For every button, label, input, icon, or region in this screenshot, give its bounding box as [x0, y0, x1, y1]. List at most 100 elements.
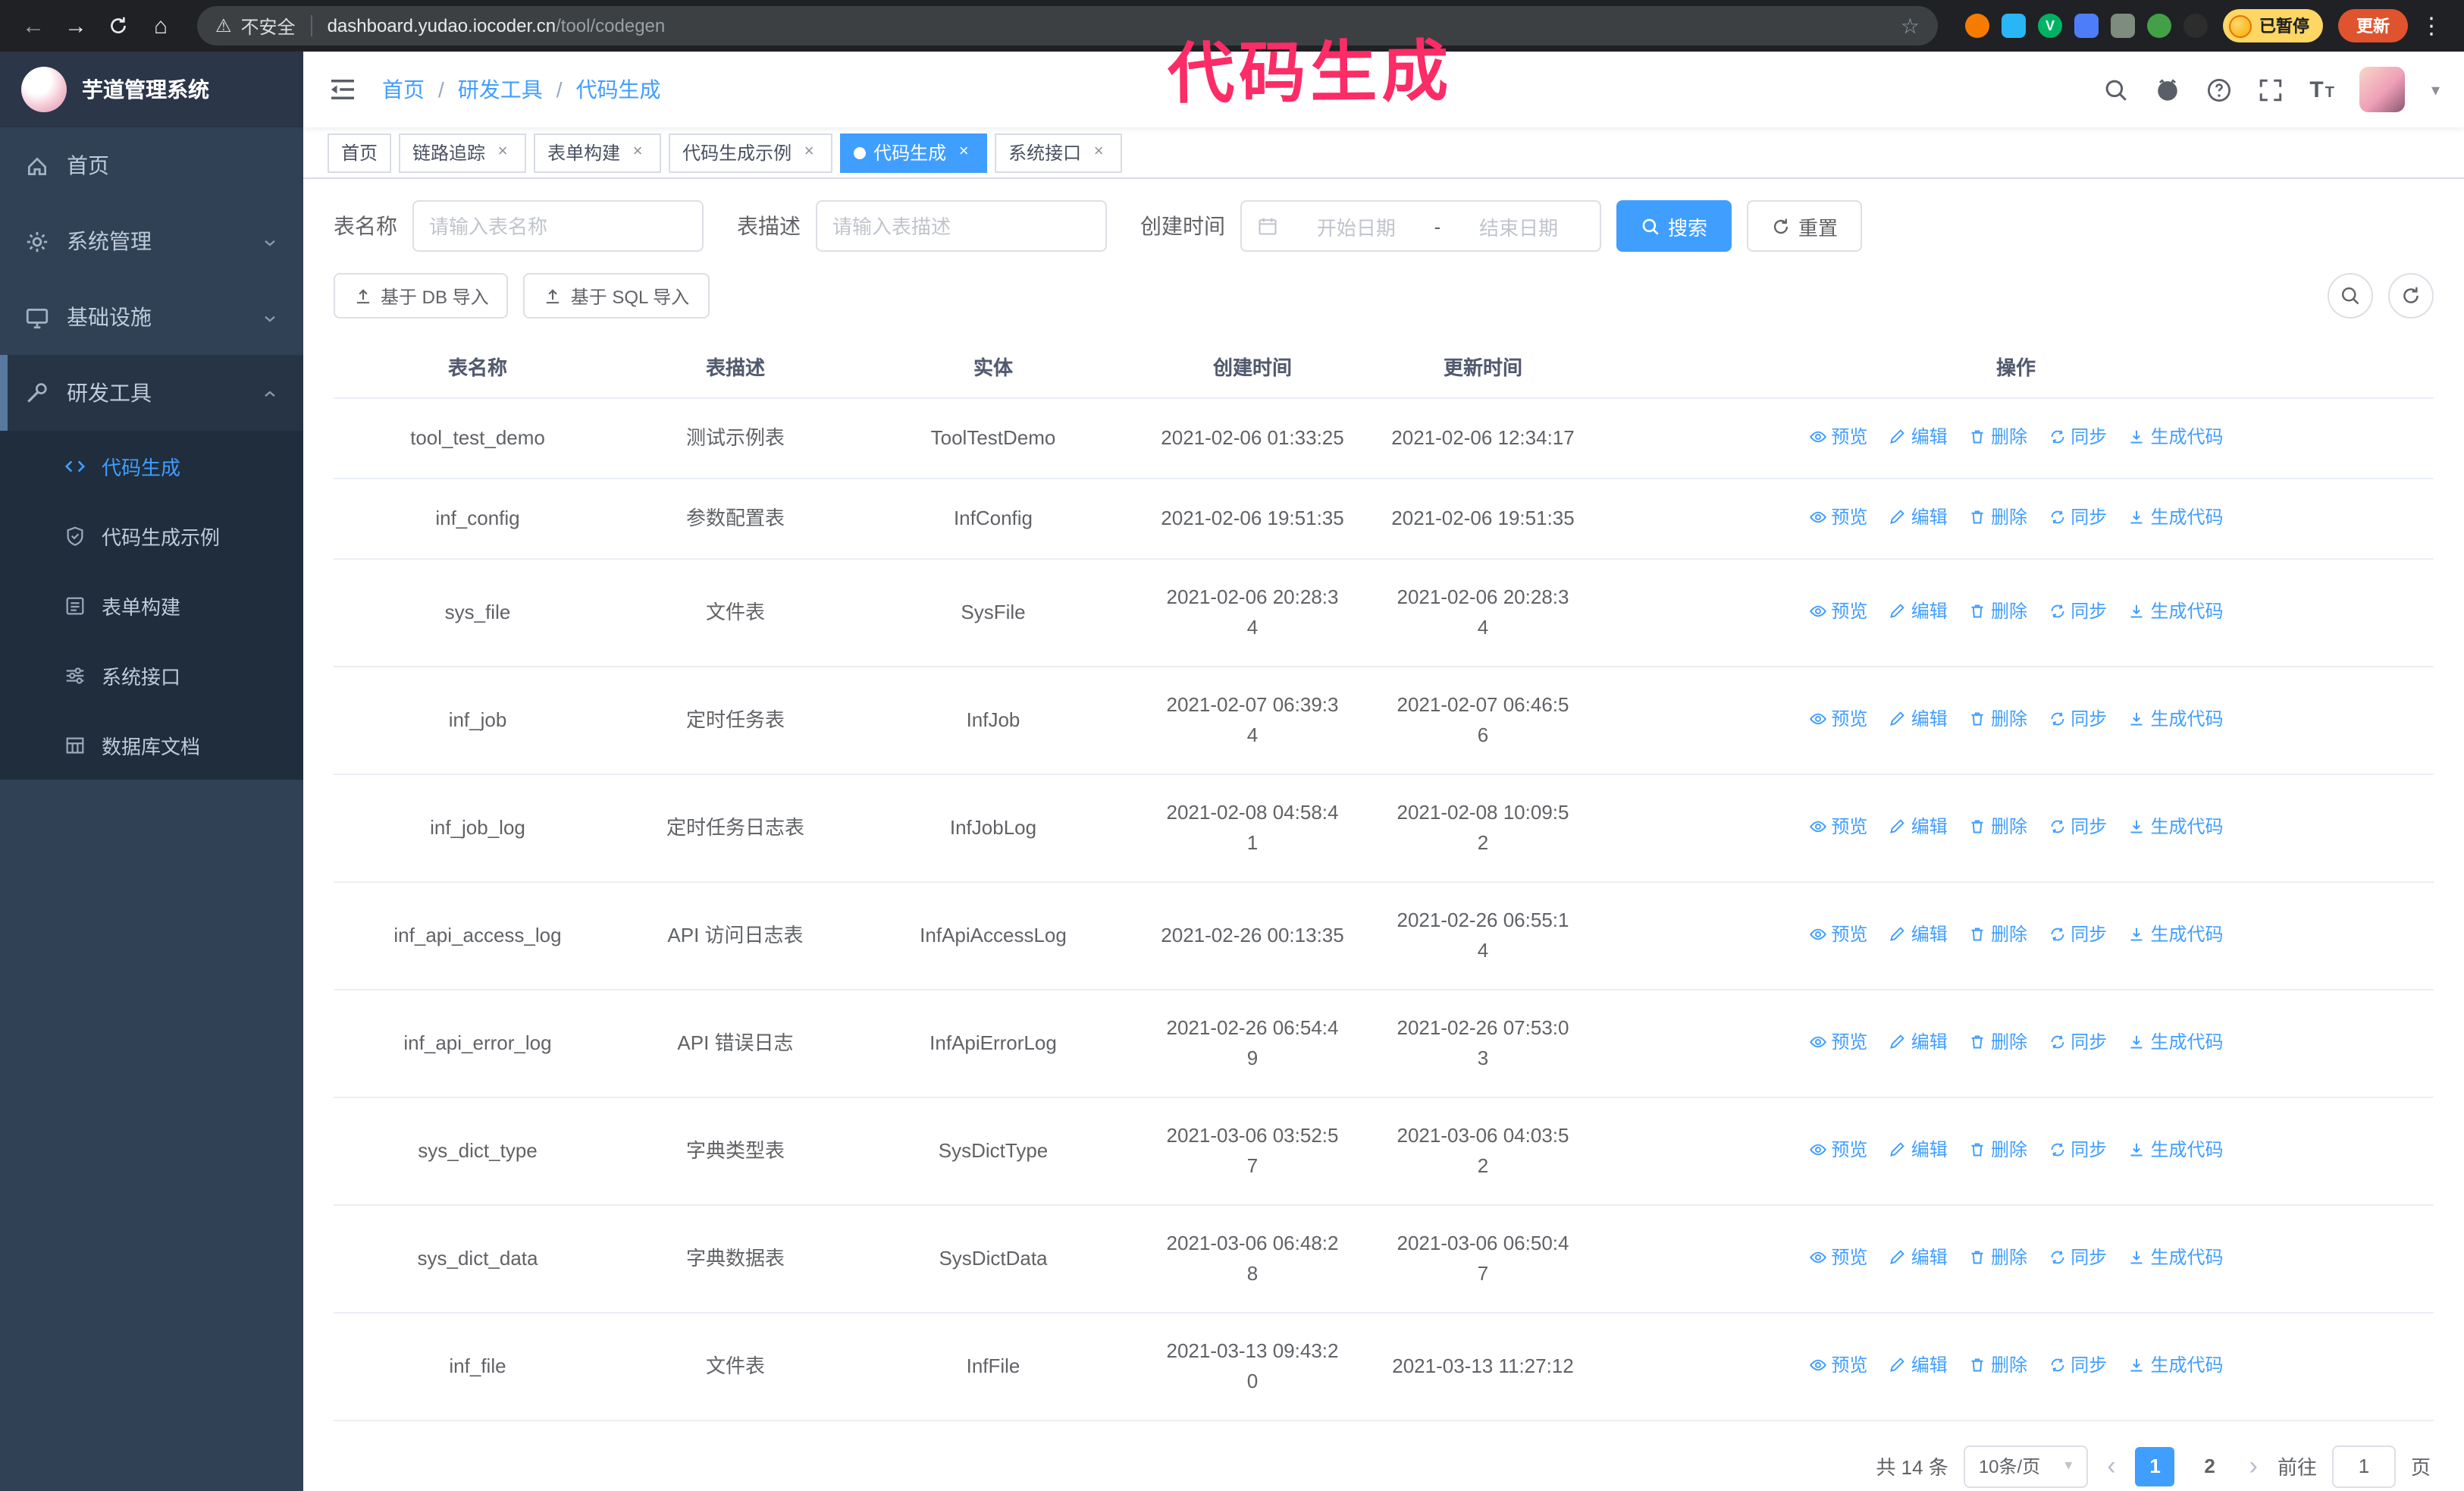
prev-page-button[interactable]: ‹: [2102, 1453, 2120, 1479]
delete-link[interactable]: 删除: [1968, 918, 2027, 949]
page-1-button[interactable]: 1: [2135, 1446, 2175, 1486]
edit-link[interactable]: 编辑: [1889, 703, 1948, 733]
reset-button[interactable]: 重置: [1747, 200, 1863, 252]
sync-link[interactable]: 同步: [2048, 1241, 2107, 1272]
back-icon[interactable]: ←: [15, 8, 52, 44]
sync-link[interactable]: 同步: [2048, 421, 2107, 451]
preview-link[interactable]: 预览: [1808, 918, 1867, 949]
tab-system-api[interactable]: 系统接口 ×: [995, 133, 1123, 172]
generate-code-link[interactable]: 生成代码: [2128, 811, 2224, 841]
preview-link[interactable]: 预览: [1808, 1241, 1867, 1272]
search-button[interactable]: 搜索: [1616, 200, 1732, 252]
extension-icon-1[interactable]: [1965, 14, 1989, 38]
extension-icon-7[interactable]: [2183, 14, 2208, 38]
delete-link[interactable]: 删除: [1968, 595, 2027, 626]
generate-code-link[interactable]: 生成代码: [2128, 703, 2224, 733]
delete-link[interactable]: 删除: [1968, 1026, 2027, 1056]
sidebar-item-codegen-demo[interactable]: 代码生成示例: [0, 501, 303, 570]
preview-link[interactable]: 预览: [1808, 501, 1867, 532]
sidebar-item-infrastructure[interactable]: 基础设施: [0, 279, 303, 355]
tab-codegen-demo[interactable]: 代码生成示例 ×: [669, 133, 833, 172]
breadcrumb-dev-tools[interactable]: 研发工具: [458, 74, 543, 105]
delete-link[interactable]: 删除: [1968, 501, 2027, 532]
preview-link[interactable]: 预览: [1808, 1349, 1867, 1380]
tab-codegen[interactable]: 代码生成 ×: [840, 133, 988, 172]
edit-link[interactable]: 编辑: [1889, 421, 1948, 451]
preview-link[interactable]: 预览: [1808, 1026, 1867, 1056]
extension-icon-6[interactable]: [2147, 14, 2171, 38]
edit-link[interactable]: 编辑: [1889, 811, 1948, 841]
generate-code-link[interactable]: 生成代码: [2128, 1026, 2224, 1056]
delete-link[interactable]: 删除: [1968, 1134, 2027, 1164]
create-time-range-picker[interactable]: 开始日期 - 结束日期: [1240, 200, 1601, 252]
extension-icon-4[interactable]: [2074, 14, 2099, 38]
edit-link[interactable]: 编辑: [1889, 1241, 1948, 1272]
import-sql-button[interactable]: 基于 SQL 导入: [523, 273, 710, 319]
security-warning-icon[interactable]: ⚠: [215, 15, 232, 36]
edit-link[interactable]: 编辑: [1889, 1026, 1948, 1056]
help-icon[interactable]: [2206, 77, 2232, 102]
tab-tracing[interactable]: 链路追踪 ×: [399, 133, 527, 172]
delete-link[interactable]: 删除: [1968, 1241, 2027, 1272]
import-db-button[interactable]: 基于 DB 导入: [334, 273, 509, 319]
sidebar-logo[interactable]: 芋道管理系统: [0, 52, 303, 127]
table-desc-input[interactable]: [816, 200, 1107, 252]
search-icon[interactable]: [2103, 77, 2129, 102]
sync-link[interactable]: 同步: [2048, 1134, 2107, 1164]
sync-link[interactable]: 同步: [2048, 703, 2107, 733]
page-size-select[interactable]: 10条/页 ▾: [1963, 1445, 2088, 1487]
tab-form-builder[interactable]: 表单构建 ×: [534, 133, 662, 172]
github-icon[interactable]: [2155, 77, 2180, 102]
delete-link[interactable]: 删除: [1968, 421, 2027, 451]
sync-link[interactable]: 同步: [2048, 501, 2107, 532]
edit-link[interactable]: 编辑: [1889, 1134, 1948, 1164]
close-icon[interactable]: ×: [954, 143, 973, 162]
sidebar-item-form-builder[interactable]: 表单构建: [0, 570, 303, 640]
sidebar-item-system[interactable]: 系统管理: [0, 203, 303, 279]
close-icon[interactable]: ×: [799, 143, 819, 162]
toggle-search-button[interactable]: [2328, 273, 2373, 319]
refresh-button[interactable]: [2388, 273, 2434, 319]
paused-extension-badge[interactable]: 已暂停: [2223, 9, 2323, 42]
fullscreen-icon[interactable]: [2258, 77, 2284, 102]
sidebar-item-dev-tools[interactable]: 研发工具: [0, 355, 303, 431]
generate-code-link[interactable]: 生成代码: [2128, 501, 2224, 532]
sync-link[interactable]: 同步: [2048, 1349, 2107, 1380]
delete-link[interactable]: 删除: [1968, 703, 2027, 733]
extension-icon-5[interactable]: [2111, 14, 2135, 38]
preview-link[interactable]: 预览: [1808, 703, 1867, 733]
edit-link[interactable]: 编辑: [1889, 595, 1948, 626]
generate-code-link[interactable]: 生成代码: [2128, 595, 2224, 626]
sync-link[interactable]: 同步: [2048, 595, 2107, 626]
tab-home[interactable]: 首页: [328, 133, 392, 172]
next-page-button[interactable]: ›: [2245, 1453, 2262, 1479]
table-name-input[interactable]: [412, 200, 704, 252]
home-icon[interactable]: ⌂: [143, 8, 179, 44]
close-icon[interactable]: ×: [628, 143, 647, 162]
edit-link[interactable]: 编辑: [1889, 501, 1948, 532]
bookmark-star-icon[interactable]: ☆: [1901, 13, 1920, 39]
delete-link[interactable]: 删除: [1968, 811, 2027, 841]
extension-icon-2[interactable]: [2002, 14, 2026, 38]
sidebar-collapse-icon[interactable]: [328, 74, 358, 105]
sidebar-item-db-doc[interactable]: 数据库文档: [0, 710, 303, 780]
sidebar-item-system-api[interactable]: 系统接口: [0, 640, 303, 710]
reload-icon[interactable]: [100, 8, 136, 44]
generate-code-link[interactable]: 生成代码: [2128, 918, 2224, 949]
close-icon[interactable]: ×: [1089, 143, 1108, 162]
sidebar-item-codegen[interactable]: 代码生成: [0, 431, 303, 501]
preview-link[interactable]: 预览: [1808, 811, 1867, 841]
preview-link[interactable]: 预览: [1808, 1134, 1867, 1164]
extension-icon-3[interactable]: V: [2038, 14, 2062, 38]
page-2-button[interactable]: 2: [2190, 1446, 2230, 1486]
sidebar-item-home[interactable]: 首页: [0, 127, 303, 203]
browser-update-button[interactable]: 更新: [2338, 9, 2408, 42]
sync-link[interactable]: 同步: [2048, 918, 2107, 949]
generate-code-link[interactable]: 生成代码: [2128, 1241, 2224, 1272]
preview-link[interactable]: 预览: [1808, 421, 1867, 451]
forward-icon[interactable]: →: [58, 8, 94, 44]
sync-link[interactable]: 同步: [2048, 1026, 2107, 1056]
close-icon[interactable]: ×: [493, 143, 513, 162]
url-bar[interactable]: ⚠ 不安全 dashboard.yudao.iocoder.cn/tool/co…: [197, 6, 1938, 46]
generate-code-link[interactable]: 生成代码: [2128, 421, 2224, 451]
